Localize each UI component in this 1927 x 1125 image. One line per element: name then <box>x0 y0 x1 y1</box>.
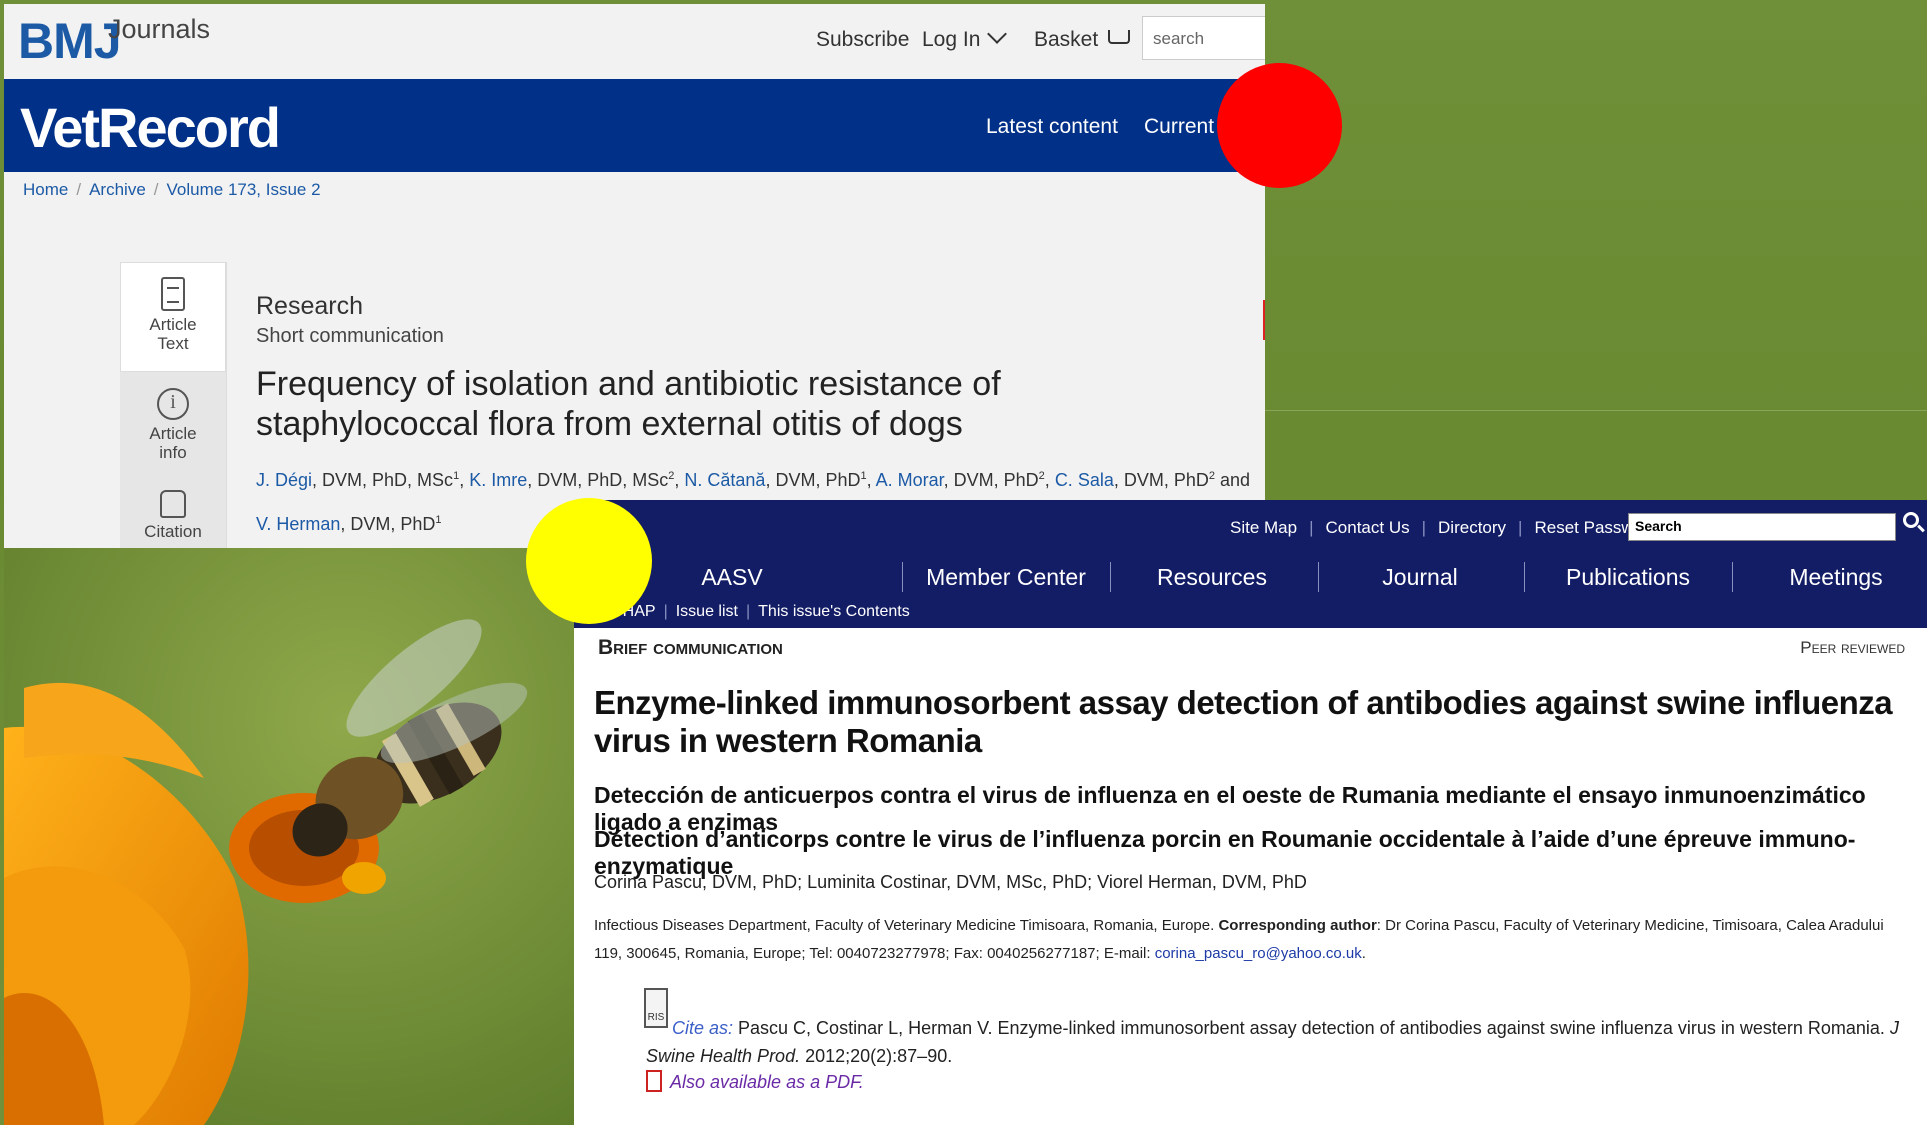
sidebar-label: Citation <box>144 522 202 541</box>
sub-nav-issue-list[interactable]: Issue list <box>676 603 738 620</box>
corresponding-label: Corresponding author <box>1218 917 1377 934</box>
affiliation-text: Infectious Diseases Department, Faculty … <box>594 917 1215 934</box>
citation-tail: 2012;20(2):87–90. <box>800 1046 953 1066</box>
sidebar-label: Article <box>149 424 197 443</box>
search-icon[interactable] <box>1903 512 1919 528</box>
utility-nav: Site Map | Contact Us | Directory | Reset Pass… <box>1230 518 1659 537</box>
breadcrumb-home[interactable]: Home <box>23 180 68 199</box>
breadcrumb-issue[interactable]: Volume 173, Issue 2 <box>167 180 321 199</box>
sidebar-label: Article <box>149 315 197 334</box>
divider-line <box>1265 410 1927 411</box>
bmj-logo-journals: Journals <box>108 14 211 44</box>
subscribe-link[interactable]: Subscribe <box>816 28 909 52</box>
author-creds: , DVM, PhD, MSc <box>312 470 454 490</box>
sidebar-item-article-info[interactable]: Article info <box>120 374 226 478</box>
sidebar-label: Text <box>157 334 189 353</box>
nav-resources[interactable]: Resources <box>1112 564 1312 591</box>
nav-publications[interactable]: Publications <box>1528 564 1728 591</box>
nav-divider <box>1524 562 1525 592</box>
peer-reviewed-label: Peer reviewed <box>1800 638 1905 657</box>
author-creds: , DVM, PhD <box>1113 470 1209 490</box>
nav-divider <box>1732 562 1733 592</box>
login-label: Log In <box>922 28 981 51</box>
author-link[interactable]: C. Sala <box>1055 470 1114 490</box>
sub-nav-issue-contents[interactable]: This issue's Contents <box>758 603 910 620</box>
article-title: Frequency of isolation and antibiotic re… <box>256 365 1001 443</box>
author-sup: 1 <box>860 470 867 482</box>
yellow-circle-marker <box>526 498 652 624</box>
breadcrumb: Home / Archive / Volume 173, Issue 2 <box>23 180 321 199</box>
nav-divider <box>902 562 903 592</box>
author-sup: 2 <box>1038 470 1045 482</box>
info-icon <box>157 388 189 420</box>
bmj-article-panel: BMJ Journals Subscribe Log In Basket sea… <box>4 4 1265 548</box>
citation-block: Cite as: Pascu C, Costinar L, Herman V. … <box>646 1014 1916 1070</box>
author-sup: 1 <box>453 470 460 482</box>
basket-icon <box>1108 30 1131 44</box>
article-sidebar: Article Text Article info Citation <box>120 262 227 548</box>
red-circle-marker <box>1217 63 1342 188</box>
section-label: Brief communication <box>598 636 783 659</box>
author-creds: , DVM, PhD <box>943 470 1039 490</box>
aasv-search-input[interactable]: Search <box>1628 513 1896 541</box>
contact-us-link[interactable]: Contact Us <box>1326 518 1410 537</box>
cite-as-link[interactable]: Cite as: <box>672 1018 733 1038</box>
author-link[interactable]: J. Dégi <box>256 470 312 490</box>
nav-divider <box>1318 562 1319 592</box>
sidebar-item-article-text[interactable]: Article Text <box>120 262 226 372</box>
author-link[interactable]: A. Morar <box>876 470 944 490</box>
site-map-link[interactable]: Site Map <box>1230 518 1297 537</box>
author-creds: , DVM, PhD <box>765 470 861 490</box>
author-link[interactable]: N. Cătană <box>684 470 765 490</box>
bee-illustration <box>4 548 574 1125</box>
aasv-article-panel: Site Map | Contact Us | Directory | Reset Pass… <box>574 500 1927 1125</box>
article-type: Research <box>256 292 363 320</box>
latest-content-link[interactable]: Latest content <box>986 115 1118 139</box>
thumbs-up-icon <box>160 490 186 518</box>
nav-divider <box>1110 562 1111 592</box>
article-title-en: Enzyme-linked immunosorbent assay detect… <box>594 684 1893 759</box>
pdf-icon[interactable] <box>646 1070 662 1092</box>
article-subtype: Short communication <box>256 325 444 347</box>
bmj-search-input[interactable]: search <box>1142 16 1265 60</box>
author-sup: 2 <box>668 470 675 482</box>
aasv-main-nav: AASV Member Center Resources Journal Pub… <box>574 558 1927 598</box>
sidebar-item-citation[interactable]: Citation <box>120 480 226 548</box>
chevron-down-icon <box>987 24 1008 44</box>
affiliation-block: Infectious Diseases Department, Faculty … <box>594 912 1904 968</box>
author-creds: , DVM, PhD, MSc <box>527 470 669 490</box>
author-creds: , DVM, PhD <box>340 514 436 534</box>
citation-text: Pascu C, Costinar L, Herman V. Enzyme-li… <box>733 1018 1890 1038</box>
nav-aasv[interactable]: AASV <box>632 564 832 591</box>
author-link[interactable]: V. Herman <box>256 514 340 534</box>
sub-nav: JSHAP | Issue list | This issue's Contents <box>604 603 910 620</box>
author-sup: 1 <box>435 514 442 526</box>
vetrecord-banner: VetRecord Latest content Current is <box>4 79 1265 172</box>
nav-journal[interactable]: Journal <box>1320 564 1520 591</box>
author-link[interactable]: K. Imre <box>469 470 527 490</box>
basket-link[interactable]: Basket <box>1034 28 1131 52</box>
pdf-link[interactable]: Also available as a PDF. <box>670 1072 864 1093</box>
directory-link[interactable]: Directory <box>1438 518 1506 537</box>
vetrecord-logo[interactable]: VetRecord <box>20 95 281 160</box>
bmj-header: BMJ Journals Subscribe Log In Basket sea… <box>4 4 1265 79</box>
aasv-header: Site Map | Contact Us | Directory | Reset Pass… <box>574 500 1927 628</box>
red-tab-marker <box>1263 300 1265 340</box>
article-authors: Corina Pascu, DVM, PhD; Luminita Costina… <box>594 872 1307 892</box>
bee-on-flower-photo <box>4 548 574 1125</box>
basket-label: Basket <box>1034 28 1099 51</box>
author-and: and <box>1215 470 1251 490</box>
sidebar-label: info <box>159 443 187 462</box>
email-tail: . <box>1361 945 1366 962</box>
nav-meetings[interactable]: Meetings <box>1736 564 1927 591</box>
bmj-logo[interactable]: BMJ <box>18 12 122 70</box>
nav-member-center[interactable]: Member Center <box>906 564 1106 591</box>
breadcrumb-archive[interactable]: Archive <box>89 180 146 199</box>
document-icon <box>161 277 185 311</box>
email-link[interactable]: corina_pascu_ro@yahoo.co.uk <box>1155 945 1362 962</box>
login-menu[interactable]: Log In <box>922 24 1008 52</box>
